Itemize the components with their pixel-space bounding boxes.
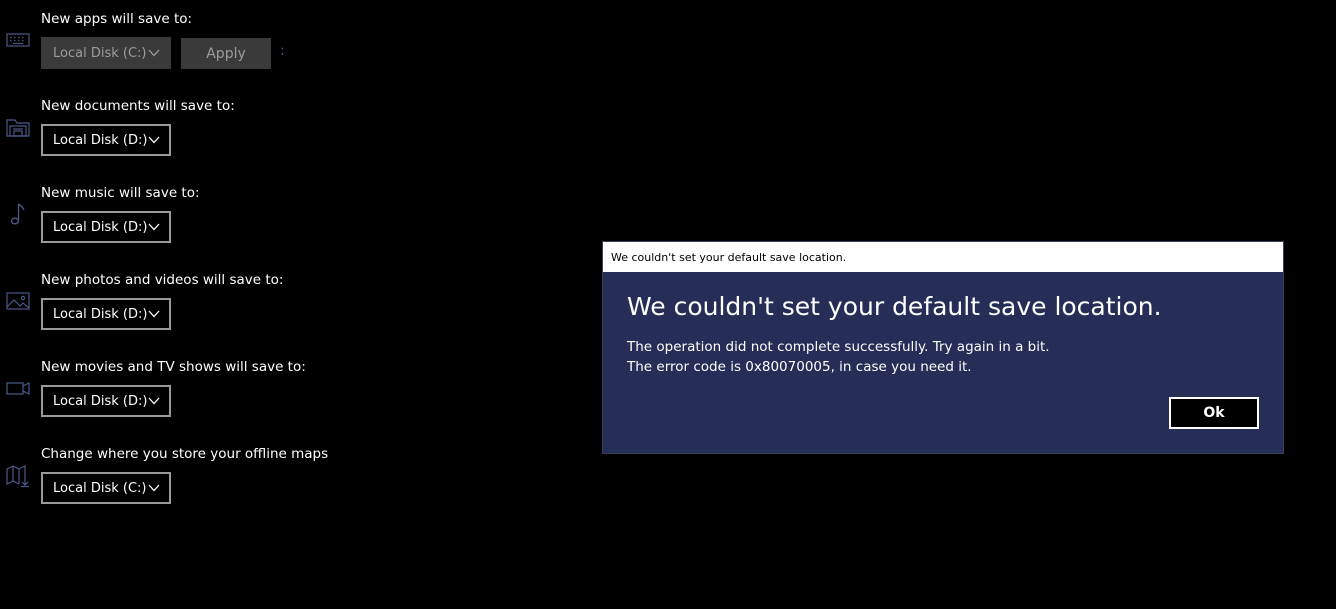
setting-label-apps: New apps will save to: <box>41 11 193 27</box>
chevron-down-icon <box>146 45 161 61</box>
music-location-dropdown[interactable]: Local Disk (D:) <box>41 211 171 243</box>
dropdown-value: Local Disk (C:) <box>53 45 147 61</box>
photo-icon <box>4 287 32 315</box>
dropdown-value: Local Disk (D:) <box>53 132 148 148</box>
dropdown-value: Local Disk (D:) <box>53 219 148 235</box>
chevron-down-icon <box>147 219 161 235</box>
movies-location-dropdown[interactable]: Local Disk (D:) <box>41 385 171 417</box>
keyboard-icon <box>4 26 32 54</box>
more-options-icon: : <box>280 43 285 59</box>
chevron-down-icon <box>146 480 161 496</box>
dropdown-value: Local Disk (D:) <box>53 306 148 322</box>
chevron-down-icon <box>147 306 161 322</box>
dialog-heading: We couldn't set your default save locati… <box>627 292 1162 321</box>
documents-folder-icon <box>4 113 32 141</box>
setting-label-documents: New documents will save to: <box>41 98 235 114</box>
dialog-message-line-2: The error code is 0x80070005, in case yo… <box>627 359 972 375</box>
setting-row-documents: New documents will save to: Local Disk (… <box>0 87 560 174</box>
video-camera-icon <box>4 374 32 402</box>
setting-label-music: New music will save to: <box>41 185 200 201</box>
dialog-titlebar[interactable]: We couldn't set your default save locati… <box>603 242 1283 272</box>
apply-button[interactable]: Apply <box>181 38 271 69</box>
photos-location-dropdown[interactable]: Local Disk (D:) <box>41 298 171 330</box>
apps-location-dropdown[interactable]: Local Disk (C:) <box>41 37 171 69</box>
map-download-icon <box>4 461 32 489</box>
setting-label-photos: New photos and videos will save to: <box>41 272 284 288</box>
setting-label-movies: New movies and TV shows will save to: <box>41 359 306 375</box>
dialog-title: We couldn't set your default save locati… <box>611 250 847 264</box>
dropdown-value: Local Disk (D:) <box>53 393 148 409</box>
documents-location-dropdown[interactable]: Local Disk (D:) <box>41 124 171 156</box>
ok-button[interactable]: Ok <box>1169 397 1259 429</box>
dropdown-value: Local Disk (C:) <box>53 480 147 496</box>
maps-location-dropdown[interactable]: Local Disk (C:) <box>41 472 171 504</box>
setting-row-music: New music will save to: Local Disk (D:) <box>0 174 560 261</box>
error-dialog: We couldn't set your default save locati… <box>602 241 1284 454</box>
dialog-message: The operation did not complete successfu… <box>627 337 1050 377</box>
setting-label-maps: Change where you store your offline maps <box>41 446 329 462</box>
storage-settings-page: New apps will save to: Local Disk (C:) A… <box>0 0 1336 609</box>
setting-row-photos: New photos and videos will save to: Loca… <box>0 261 560 348</box>
setting-row-apps: New apps will save to: Local Disk (C:) A… <box>0 0 560 87</box>
music-note-icon <box>4 200 32 228</box>
chevron-down-icon <box>147 132 161 148</box>
setting-row-maps: Change where you store your offline maps… <box>0 435 560 522</box>
dialog-message-line-1: The operation did not complete successfu… <box>627 339 1050 355</box>
setting-row-movies: New movies and TV shows will save to: Lo… <box>0 348 560 435</box>
chevron-down-icon <box>147 393 161 409</box>
